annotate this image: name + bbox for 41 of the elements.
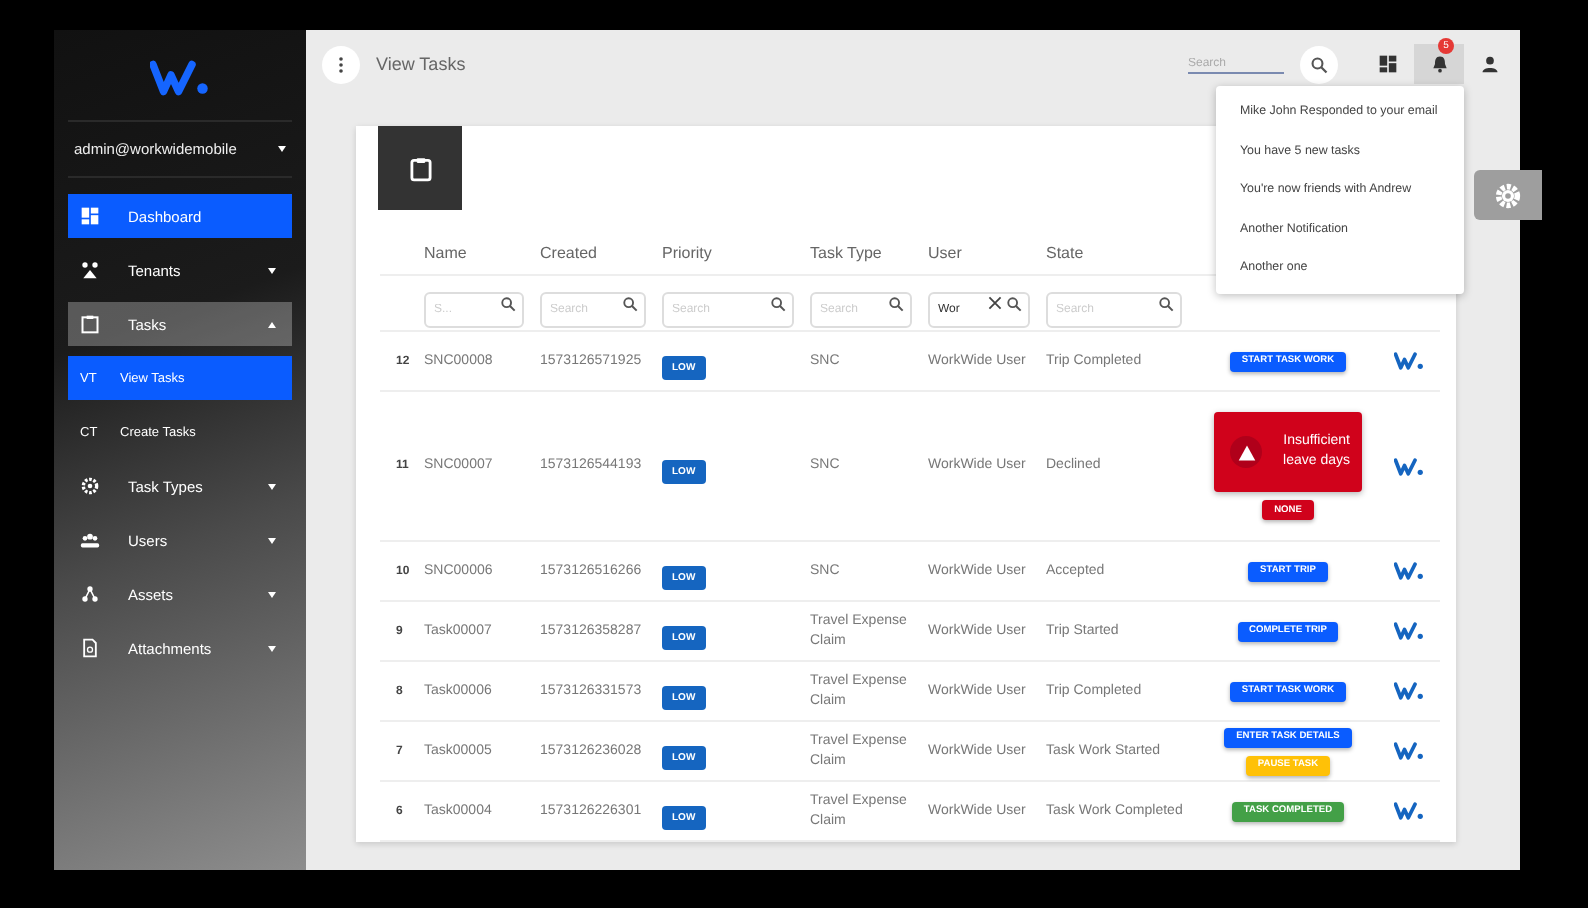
caret-icon (268, 483, 276, 489)
caret-icon (268, 267, 276, 273)
logo-icon[interactable] (1393, 622, 1423, 640)
settings-button[interactable] (1474, 170, 1542, 220)
search-icon (1310, 55, 1328, 73)
warning-icon (1230, 436, 1262, 468)
logo-icon[interactable] (1393, 682, 1423, 700)
column-header[interactable]: Name (424, 243, 540, 261)
caret-icon (268, 591, 276, 597)
caret-icon (268, 537, 276, 543)
column-header[interactable]: State (1046, 243, 1198, 261)
caret-icon (268, 645, 276, 651)
more-menu-button[interactable] (322, 45, 360, 83)
search-icon[interactable] (1158, 295, 1174, 311)
column-header[interactable]: Created (540, 243, 662, 261)
users-icon (80, 530, 100, 550)
logo-icon[interactable] (1393, 802, 1423, 820)
user-icon[interactable] (1480, 54, 1500, 74)
caret-icon[interactable] (278, 146, 286, 152)
bell-icon (1429, 54, 1449, 74)
clear-icon[interactable] (988, 296, 1002, 310)
page-title: View Tasks (376, 54, 466, 74)
column-header[interactable]: Task Type (810, 243, 928, 261)
gear-icon (1494, 181, 1522, 209)
logo-icon[interactable] (1393, 562, 1423, 580)
column-header[interactable]: User (928, 243, 1046, 261)
column-header[interactable]: Priority (662, 243, 810, 261)
search-button[interactable] (1300, 45, 1338, 83)
search-icon[interactable] (622, 295, 638, 311)
logo-icon[interactable] (1393, 457, 1423, 475)
dashboard-icon[interactable] (1378, 54, 1398, 74)
search-icon[interactable] (1006, 295, 1022, 311)
logo-icon[interactable] (1393, 742, 1423, 760)
caret-icon (268, 321, 276, 327)
logo-icon (150, 60, 210, 96)
more-vertical-icon (338, 55, 344, 73)
search-icon[interactable] (770, 295, 786, 311)
search-icon[interactable] (500, 295, 516, 311)
logo-icon[interactable] (1393, 352, 1423, 370)
clipboard-icon (407, 155, 433, 181)
search-icon[interactable] (888, 295, 904, 311)
